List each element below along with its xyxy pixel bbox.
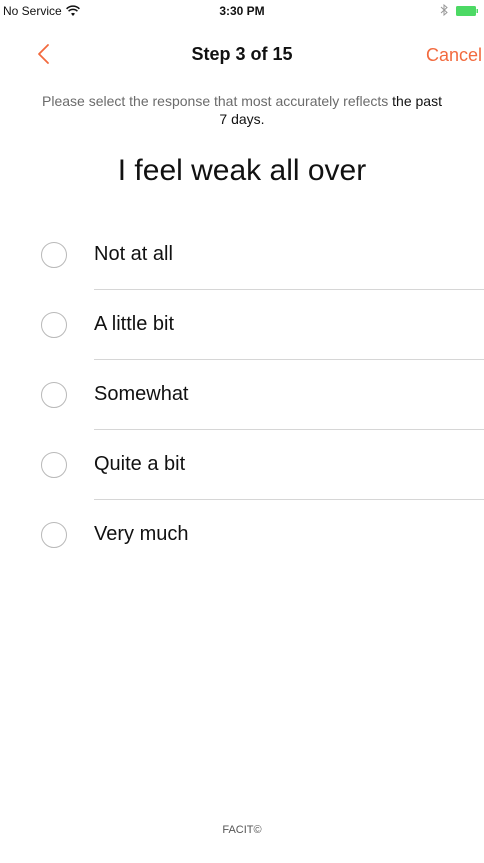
option-a-little-bit[interactable]: A little bit [0, 290, 484, 360]
step-title: Step 3 of 15 [191, 44, 293, 64]
status-right [440, 3, 478, 17]
bluetooth-icon [440, 3, 448, 17]
option-very-much[interactable]: Very much [0, 500, 484, 570]
question-title: I feel weak all over [117, 154, 367, 187]
radio-button[interactable] [41, 522, 67, 548]
option-label: A little bit [94, 313, 175, 335]
option-label: Not at all [94, 243, 173, 265]
option-label: Quite a bit [94, 453, 186, 475]
copyright-footer: FACIT© [222, 824, 262, 836]
option-label: Very much [94, 523, 189, 545]
option-not-at-all[interactable]: Not at all [0, 220, 484, 290]
instruction-text: Please select the response that most acc… [40, 92, 444, 128]
instruction-body: Please select the response that most acc… [42, 93, 393, 109]
nav-bar: Step 3 of 15 Cancel [0, 36, 484, 72]
status-time: 3:30 PM [219, 4, 265, 18]
radio-button[interactable] [41, 382, 67, 408]
response-options: Not at all A little bit Somewhat Quite a… [0, 220, 484, 570]
option-quite-a-bit[interactable]: Quite a bit [0, 430, 484, 500]
radio-button[interactable] [41, 242, 67, 268]
option-somewhat[interactable]: Somewhat [0, 360, 484, 430]
radio-button[interactable] [41, 452, 67, 478]
status-bar: No Service 3:30 PM [0, 0, 484, 22]
cancel-button[interactable]: Cancel [426, 45, 484, 66]
option-label: Somewhat [94, 383, 189, 405]
battery-icon [456, 5, 478, 16]
radio-button[interactable] [41, 312, 67, 338]
